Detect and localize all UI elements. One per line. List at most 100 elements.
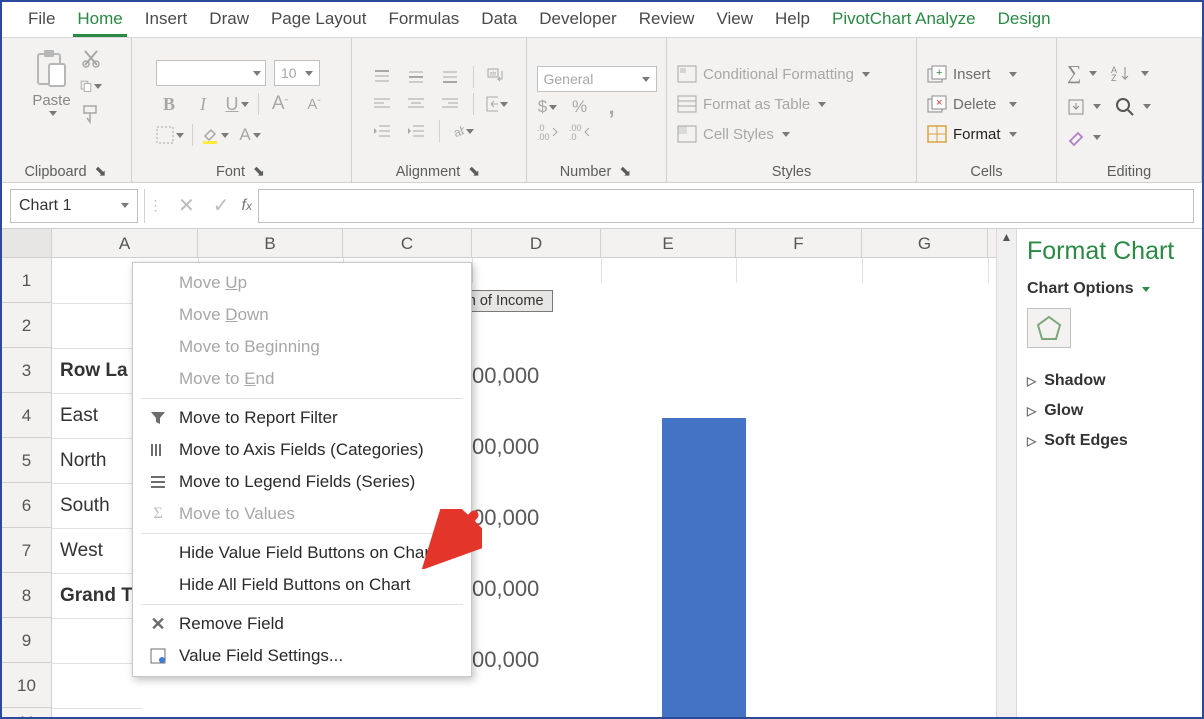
row-header-8[interactable]: 8 [2, 573, 51, 618]
increase-indent-button[interactable] [405, 121, 427, 141]
menu-remove-field[interactable]: ✕Remove Field [133, 608, 471, 640]
menu-move-to-end[interactable]: Move to End [133, 363, 471, 395]
tab-home[interactable]: Home [73, 3, 126, 37]
conditional-formatting-button[interactable]: Conditional Formatting [677, 65, 870, 83]
col-header-d[interactable]: D [472, 229, 601, 257]
menu-move-up[interactable]: Move Up [133, 267, 471, 299]
number-dialog-launcher[interactable]: ⬊ [617, 164, 633, 180]
tab-design[interactable]: Design [994, 3, 1055, 37]
align-top-button[interactable] [371, 67, 393, 87]
tab-data[interactable]: Data [477, 3, 521, 37]
cell-a8[interactable]: Grand T [52, 573, 142, 618]
cut-button[interactable] [80, 48, 102, 68]
decrease-decimal-button[interactable]: .00.0 [569, 122, 591, 142]
merge-center-button[interactable] [486, 94, 508, 114]
tab-page-layout[interactable]: Page Layout [267, 3, 370, 37]
row-header-2[interactable]: 2 [2, 303, 51, 348]
decrease-font-button[interactable]: Aˇ [301, 91, 327, 117]
percent-button[interactable]: % [569, 97, 591, 117]
menu-move-to-report-filter[interactable]: Move to Report Filter [133, 402, 471, 434]
menu-move-to-values[interactable]: ΣMove to Values [133, 498, 471, 530]
decrease-indent-button[interactable] [371, 121, 393, 141]
col-header-e[interactable]: E [601, 229, 736, 257]
sort-filter-button[interactable]: AZ [1111, 64, 1149, 82]
effect-soft-edges[interactable]: ▷Soft Edges [1027, 426, 1192, 456]
format-as-table-button[interactable]: Format as Table [677, 95, 870, 113]
underline-button[interactable]: U [224, 91, 250, 117]
borders-button[interactable] [156, 122, 184, 148]
menu-hide-all-field-buttons[interactable]: Hide All Field Buttons on Chart [133, 569, 471, 601]
formula-input[interactable] [258, 189, 1194, 223]
tab-view[interactable]: View [712, 3, 757, 37]
col-header-a[interactable]: A [52, 229, 198, 257]
wrap-text-button[interactable]: ab [486, 67, 508, 87]
font-size-select[interactable]: 10 [274, 60, 320, 86]
task-pane-subtitle[interactable]: Chart Options [1027, 280, 1192, 298]
bold-button[interactable]: B [156, 91, 182, 117]
align-right-button[interactable] [439, 94, 461, 114]
tab-developer[interactable]: Developer [535, 3, 621, 37]
font-dialog-launcher[interactable]: ⬊ [251, 164, 267, 180]
row-header-5[interactable]: 5 [2, 438, 51, 483]
cell-a7[interactable]: West [52, 528, 142, 573]
font-color-button[interactable]: A [237, 122, 263, 148]
number-format-select[interactable]: General [537, 66, 657, 92]
align-middle-button[interactable] [405, 67, 427, 87]
tab-review[interactable]: Review [635, 3, 699, 37]
autosum-button[interactable]: ∑ [1067, 62, 1097, 85]
enter-formula-button[interactable]: ✓ [207, 193, 236, 218]
font-name-select[interactable] [156, 60, 266, 86]
tab-pivotchart-analyze[interactable]: PivotChart Analyze [828, 3, 980, 37]
alignment-dialog-launcher[interactable]: ⬊ [466, 164, 482, 180]
col-header-f[interactable]: F [736, 229, 862, 257]
tab-help[interactable]: Help [771, 3, 814, 37]
name-box[interactable]: Chart 1 [10, 189, 138, 223]
italic-button[interactable]: I [190, 91, 216, 117]
effect-shadow[interactable]: ▷Shadow [1027, 366, 1192, 396]
vertical-scrollbar[interactable]: ▲ [996, 229, 1016, 717]
increase-decimal-button[interactable]: .0.00 [537, 122, 559, 142]
row-header-7[interactable]: 7 [2, 528, 51, 573]
tab-formulas[interactable]: Formulas [384, 3, 463, 37]
delete-cells-button[interactable]: ×Delete [927, 95, 1017, 113]
paste-button[interactable]: Paste [32, 46, 72, 116]
col-header-g[interactable]: G [862, 229, 988, 257]
align-center-button[interactable] [405, 94, 427, 114]
menu-move-to-beginning[interactable]: Move to Beginning [133, 331, 471, 363]
row-header-4[interactable]: 4 [2, 393, 51, 438]
menu-move-to-axis-fields[interactable]: Move to Axis Fields (Categories) [133, 434, 471, 466]
row-header-6[interactable]: 6 [2, 483, 51, 528]
fill-button[interactable] [1067, 98, 1101, 116]
row-header-1[interactable]: 1 [2, 258, 51, 303]
increase-font-button[interactable]: Aˆ [267, 91, 293, 117]
paste-dropdown-caret[interactable] [49, 111, 57, 116]
cell-a4[interactable]: East [52, 393, 142, 438]
tab-insert[interactable]: Insert [141, 3, 192, 37]
tab-file[interactable]: File [24, 3, 59, 37]
cell-styles-button[interactable]: Cell Styles [677, 125, 870, 143]
comma-style-button[interactable]: , [601, 97, 623, 117]
currency-button[interactable]: $ [537, 97, 559, 117]
insert-function-button[interactable]: fx [242, 197, 252, 215]
cell-a5[interactable]: North [52, 438, 142, 483]
clear-button[interactable] [1067, 129, 1101, 147]
menu-hide-value-field-buttons[interactable]: Hide Value Field Buttons on Chart [133, 537, 471, 569]
orientation-button[interactable]: ab [452, 121, 474, 141]
format-painter-button[interactable] [80, 104, 102, 124]
fill-color-button[interactable] [201, 122, 229, 148]
insert-cells-button[interactable]: +Insert [927, 65, 1017, 83]
copy-button[interactable] [80, 76, 102, 96]
scroll-up-arrow[interactable]: ▲ [1001, 231, 1013, 243]
row-header-3[interactable]: 3 [2, 348, 51, 393]
align-bottom-button[interactable] [439, 67, 461, 87]
effects-category-icon[interactable] [1027, 308, 1071, 348]
tab-draw[interactable]: Draw [205, 3, 253, 37]
effect-glow[interactable]: ▷Glow [1027, 396, 1192, 426]
row-header-10[interactable]: 10 [2, 663, 51, 708]
col-header-b[interactable]: B [198, 229, 343, 257]
menu-move-down[interactable]: Move Down [133, 299, 471, 331]
clipboard-dialog-launcher[interactable]: ⬊ [93, 164, 109, 180]
select-all-corner[interactable] [2, 229, 52, 257]
cell-a6[interactable]: South [52, 483, 142, 528]
find-select-button[interactable] [1115, 97, 1151, 117]
